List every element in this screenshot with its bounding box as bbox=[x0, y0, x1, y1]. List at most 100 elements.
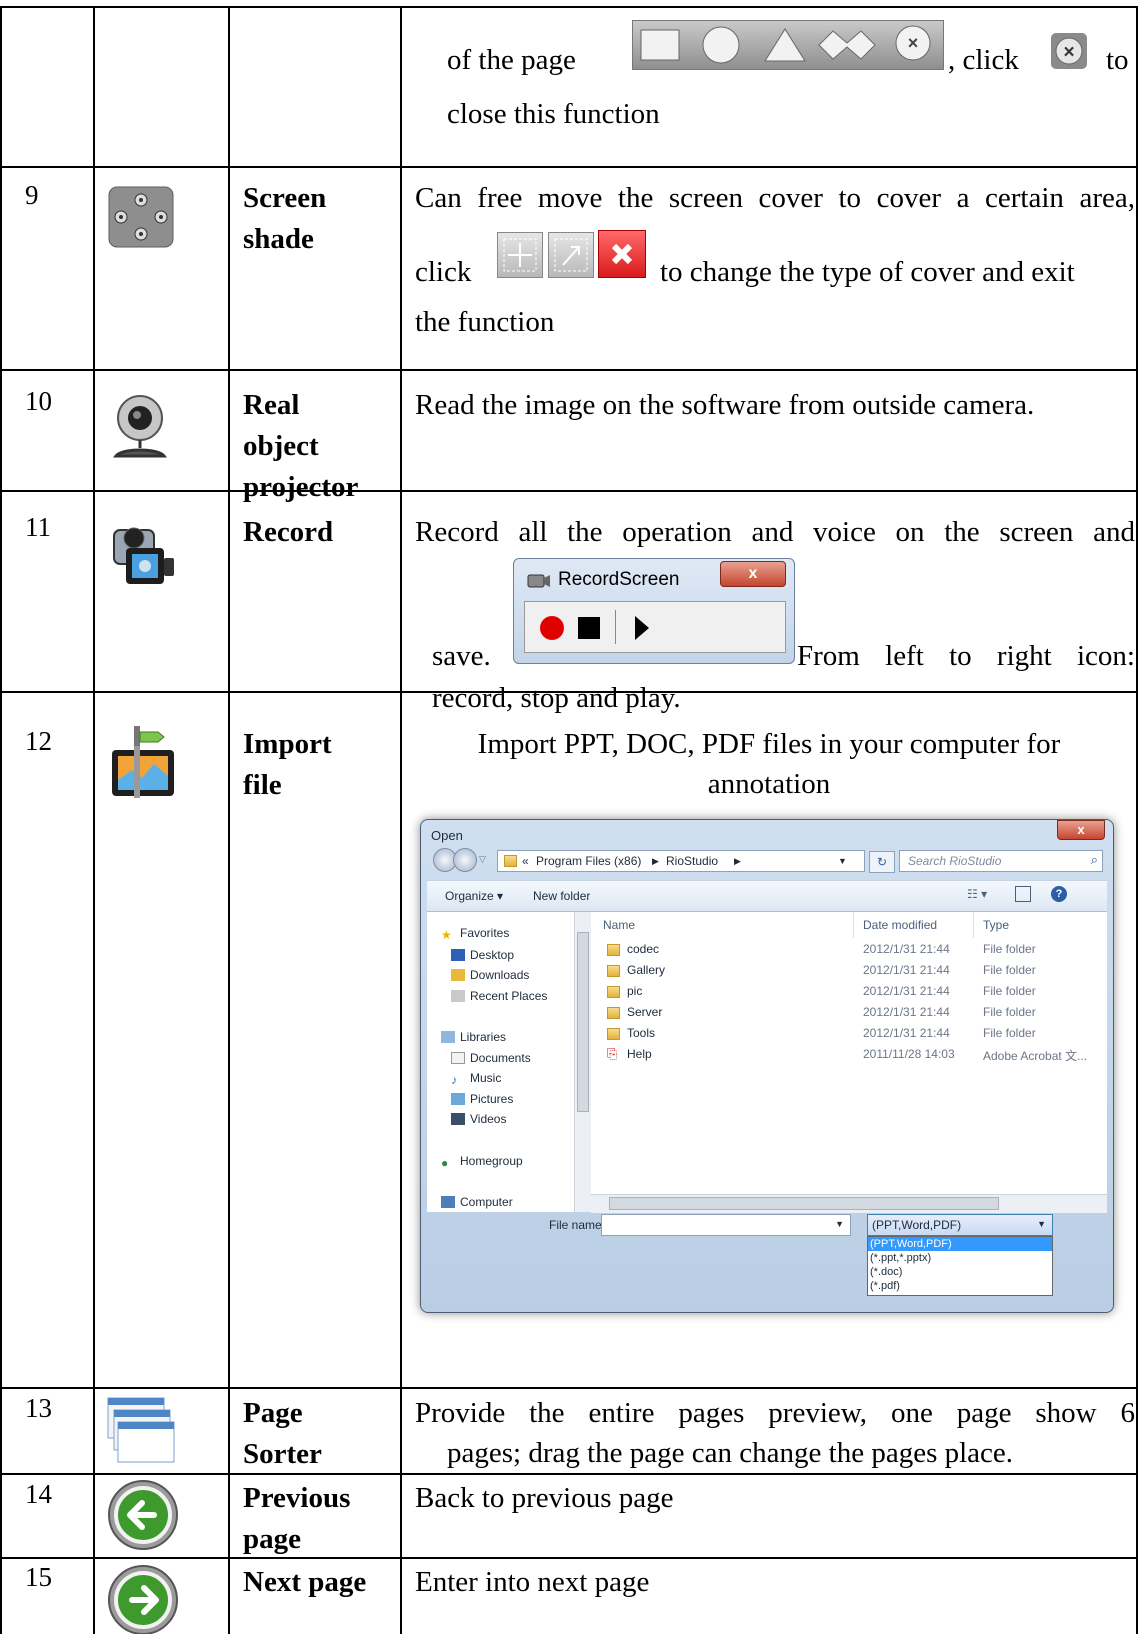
command-bar: Organize ▾ New folder ☷ ▾ ? bbox=[427, 880, 1107, 912]
file-row[interactable]: Gallery 2012/1/31 21:44 File folder bbox=[591, 961, 1107, 981]
row-number: 10 bbox=[25, 386, 52, 416]
refresh-icon[interactable]: ↻ bbox=[869, 851, 895, 873]
homegroup-icon: ● bbox=[441, 1156, 449, 1170]
nav-music[interactable]: ♪ Music bbox=[451, 1071, 501, 1087]
nav-documents[interactable]: Documents bbox=[451, 1051, 531, 1065]
record-window-close-button[interactable]: x bbox=[720, 561, 786, 587]
row-divider bbox=[0, 369, 1138, 371]
nav-label: Downloads bbox=[470, 968, 530, 982]
file-list-scrollbar[interactable] bbox=[591, 1194, 1107, 1213]
file-name: Help bbox=[627, 1047, 652, 1061]
nav-pane-scrollbar[interactable] bbox=[574, 912, 592, 1212]
file-name: Gallery bbox=[627, 963, 666, 977]
new-folder-button[interactable]: New folder bbox=[533, 889, 590, 903]
file-type-option[interactable]: (PPT,Word,PDF) bbox=[868, 1237, 1052, 1251]
row12-desc-line1: Import PPT, DOC, PDF files in your compu… bbox=[477, 728, 1061, 760]
chevron-down-icon[interactable]: ▽ bbox=[479, 854, 486, 865]
file-list: Name Date modified Type codec 2012/1/31 2… bbox=[591, 912, 1107, 1194]
nav-favorites[interactable]: ★ Favorites bbox=[441, 926, 510, 942]
nav-label: Documents bbox=[470, 1051, 531, 1065]
scroll-thumb[interactable] bbox=[577, 932, 589, 1112]
row-number: 15 bbox=[25, 1562, 52, 1592]
row-divider bbox=[0, 1473, 1138, 1475]
col-divider bbox=[400, 8, 402, 1634]
file-date: 2012/1/31 21:44 bbox=[863, 942, 950, 956]
breadcrumb-item[interactable]: RioStudio bbox=[666, 854, 718, 868]
open-file-dialog: Open x ▽ « Program Files (x86) ▶ RioStud… bbox=[420, 819, 1114, 1313]
preview-pane-icon[interactable] bbox=[1015, 886, 1031, 902]
file-type-option[interactable]: (*.ppt,*.pptx) bbox=[868, 1251, 1052, 1265]
column-name[interactable]: Name bbox=[603, 918, 635, 932]
row8-desc-click: , click bbox=[948, 44, 1019, 76]
address-dropdown-icon[interactable]: ▼ bbox=[838, 856, 847, 866]
feature-name: Import file bbox=[243, 724, 383, 806]
nav-computer[interactable]: Computer bbox=[441, 1195, 513, 1209]
name-line: file bbox=[243, 769, 282, 801]
screen-shade-icon bbox=[108, 186, 174, 253]
nav-desktop[interactable]: Desktop bbox=[451, 948, 514, 962]
nav-label: Desktop bbox=[470, 948, 515, 962]
dialog-title: Open bbox=[431, 828, 463, 843]
file-row[interactable]: Server 2012/1/31 21:44 File folder bbox=[591, 1003, 1107, 1023]
scroll-thumb[interactable] bbox=[609, 1197, 999, 1210]
folder-icon bbox=[504, 855, 517, 867]
row9-desc-line1: Can free move the screen cover to cover … bbox=[415, 182, 1135, 214]
row-divider bbox=[0, 166, 1138, 168]
name-line: projector bbox=[243, 471, 359, 503]
svg-text:×: × bbox=[1063, 42, 1074, 63]
nav-label: Homegroup bbox=[460, 1154, 523, 1168]
breadcrumb-prefix: « bbox=[522, 854, 529, 868]
row8-desc-to: to bbox=[1106, 44, 1129, 76]
file-row[interactable]: Tools 2012/1/31 21:44 File folder bbox=[591, 1024, 1107, 1044]
stop-icon[interactable] bbox=[578, 617, 600, 644]
nav-recent[interactable]: Recent Places bbox=[451, 989, 547, 1003]
file-row[interactable]: codec 2012/1/31 21:44 File folder bbox=[591, 940, 1107, 960]
record-screen-window: RecordScreen x bbox=[513, 558, 795, 664]
name-line: Page bbox=[243, 1397, 303, 1429]
nav-pictures[interactable]: Pictures bbox=[451, 1092, 513, 1106]
search-icon[interactable]: ⌕ bbox=[1091, 852, 1098, 868]
nav-downloads[interactable]: Downloads bbox=[451, 968, 529, 982]
file-row[interactable]: pic 2012/1/31 21:44 File folder bbox=[591, 982, 1107, 1002]
breadcrumb-item[interactable]: Program Files (x86) bbox=[536, 854, 641, 868]
nav-libraries[interactable]: Libraries bbox=[441, 1030, 506, 1044]
documents-icon bbox=[451, 1052, 465, 1064]
col-divider bbox=[0, 8, 2, 1634]
chevron-down-icon[interactable]: ▼ bbox=[1037, 1219, 1046, 1229]
row-number: 9 bbox=[25, 180, 39, 210]
nav-label: Libraries bbox=[460, 1030, 507, 1044]
nav-homegroup[interactable]: ● Homegroup bbox=[441, 1154, 523, 1170]
chevron-right-icon: ▶ bbox=[652, 856, 659, 866]
nav-label: Favorites bbox=[460, 926, 510, 940]
file-row[interactable]: ⎘ Help 2011/11/28 14:03 Adobe Acrobat 文... bbox=[591, 1045, 1107, 1065]
row8-desc-line2: close this function bbox=[447, 98, 660, 130]
help-icon[interactable]: ? bbox=[1051, 886, 1067, 902]
view-options-icon[interactable]: ☷ ▾ bbox=[967, 887, 987, 901]
column-type[interactable]: Type bbox=[983, 918, 1009, 932]
nav-videos[interactable]: Videos bbox=[451, 1112, 506, 1126]
column-date[interactable]: Date modified bbox=[863, 918, 937, 932]
row9-desc-line3: the function bbox=[415, 306, 555, 338]
exit-cover-button bbox=[598, 230, 646, 278]
forward-button[interactable] bbox=[453, 848, 477, 872]
file-type-select[interactable]: (PPT,Word,PDF) ▼ bbox=[867, 1214, 1053, 1236]
organize-button[interactable]: Organize ▾ bbox=[445, 889, 503, 903]
svg-text:×: × bbox=[908, 33, 919, 53]
feature-name: Previous page bbox=[243, 1478, 383, 1560]
file-date: 2012/1/31 21:44 bbox=[863, 1005, 950, 1019]
play-icon[interactable] bbox=[633, 615, 651, 646]
record-controls bbox=[524, 601, 786, 653]
navigation-bar: ▽ « Program Files (x86) ▶ RioStudio ▶ ▼ … bbox=[431, 848, 1105, 874]
address-bar[interactable]: « Program Files (x86) ▶ RioStudio ▶ ▼ bbox=[497, 850, 865, 872]
chevron-down-icon[interactable]: ▼ bbox=[835, 1219, 844, 1229]
name-line: Import bbox=[243, 728, 332, 760]
row12-desc-line2: annotation bbox=[707, 768, 831, 800]
dialog-close-button[interactable]: x bbox=[1057, 820, 1105, 840]
search-input[interactable]: Search RioStudio ⌕ bbox=[899, 850, 1103, 872]
webcam-icon bbox=[104, 392, 176, 465]
record-icon[interactable] bbox=[539, 615, 565, 646]
file-type-option[interactable]: (*.doc) bbox=[868, 1265, 1052, 1279]
file-type-option[interactable]: (*.pdf) bbox=[868, 1279, 1052, 1293]
folder-icon bbox=[607, 1028, 620, 1040]
file-name-input[interactable]: ▼ bbox=[601, 1214, 851, 1236]
